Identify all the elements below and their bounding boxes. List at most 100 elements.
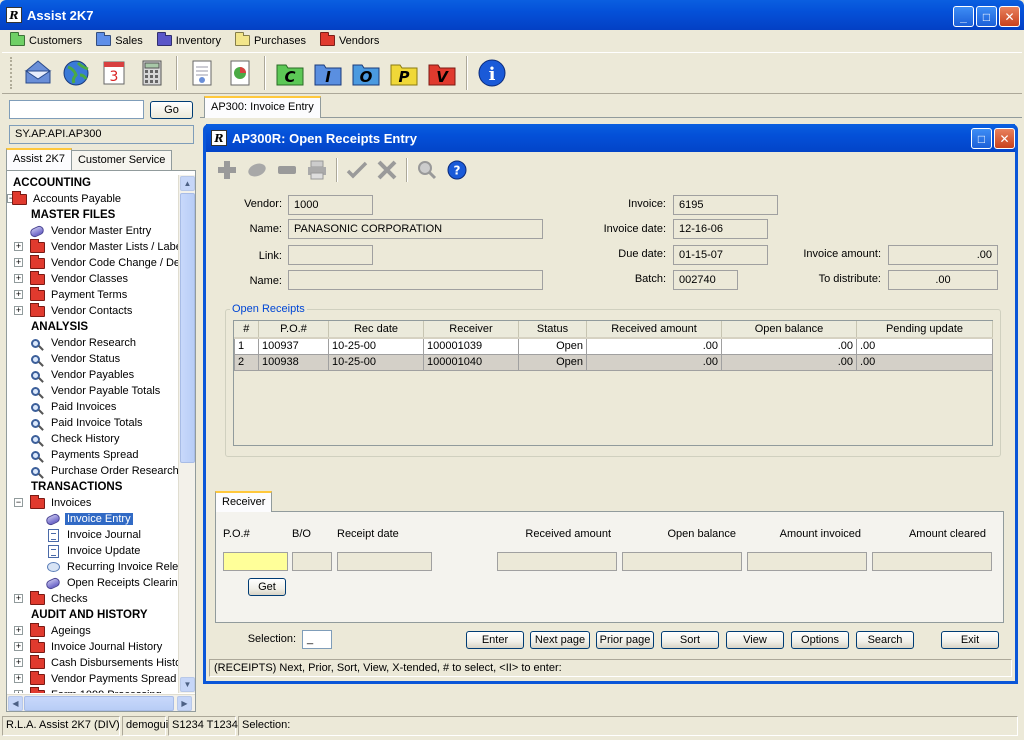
- tree-item[interactable]: Paid Invoices: [7, 399, 179, 415]
- receipt-date-input[interactable]: [337, 552, 432, 571]
- grid-column-header[interactable]: Receiver: [423, 321, 519, 339]
- tree-item[interactable]: + Payment Terms: [7, 286, 179, 303]
- tree-item[interactable]: Vendor Status: [7, 351, 179, 367]
- menu-inventory[interactable]: Inventory: [156, 32, 221, 47]
- bo-input[interactable]: [292, 552, 332, 571]
- tree-item[interactable]: − Invoices: [7, 494, 179, 511]
- search-input[interactable]: [9, 100, 144, 119]
- tree-item[interactable]: Payments Spread: [7, 447, 179, 463]
- tree-item[interactable]: + Form 1099 Processing: [7, 686, 179, 693]
- minimize-button[interactable]: _: [953, 6, 974, 27]
- tree-item[interactable]: Vendor Payables: [7, 367, 179, 383]
- menu-vendors[interactable]: Vendors: [319, 32, 379, 47]
- tree-item[interactable]: + Invoice Journal History: [7, 638, 179, 655]
- tree-item[interactable]: + Cash Disbursements History: [7, 654, 179, 671]
- scroll-right-arrow-icon[interactable]: ▶: [177, 696, 192, 711]
- chart-button[interactable]: [224, 57, 256, 89]
- tree-item[interactable]: Recurring Invoice Release: [7, 559, 179, 575]
- table-row[interactable]: 2 100938 10-25-00 100001040 Open .00.00.00: [234, 353, 993, 371]
- options-button[interactable]: Options: [791, 631, 849, 649]
- tree-item[interactable]: Invoice Entry: [7, 511, 179, 527]
- expand-icon[interactable]: +: [14, 690, 23, 693]
- amount-invoiced-input[interactable]: [747, 552, 867, 571]
- cancel-button[interactable]: [374, 157, 400, 183]
- print-button[interactable]: [304, 157, 330, 183]
- tree-item[interactable]: −Accounts Payable: [7, 190, 179, 207]
- tree-item[interactable]: Paid Invoice Totals: [7, 415, 179, 431]
- menu-sales[interactable]: Sales: [96, 32, 143, 47]
- scroll-thumb[interactable]: [180, 193, 195, 463]
- received-amount-input[interactable]: [497, 552, 617, 571]
- help-button[interactable]: ?: [444, 157, 470, 183]
- invoice-field[interactable]: 6195: [673, 195, 778, 215]
- tree-item[interactable]: Invoice Update: [7, 543, 179, 559]
- tree-item[interactable]: + Vendor Master Lists / Labels: [7, 238, 179, 255]
- expand-icon[interactable]: +: [14, 658, 23, 667]
- expand-icon[interactable]: +: [14, 258, 23, 267]
- tree-item[interactable]: + Vendor Code Change / Delete: [7, 254, 179, 271]
- tree-item[interactable]: Purchase Order Research: [7, 463, 179, 479]
- search-button[interactable]: Search: [856, 631, 914, 649]
- grid-column-header[interactable]: #: [234, 321, 259, 339]
- info-button[interactable]: i: [476, 57, 508, 89]
- invoice-date-field[interactable]: 12-16-06: [673, 219, 768, 239]
- tree-horizontal-scrollbar[interactable]: ◀ ▶: [7, 694, 195, 711]
- expand-icon[interactable]: +: [14, 274, 23, 283]
- tree-item[interactable]: + Checks: [7, 590, 179, 607]
- inner-maximize-button[interactable]: □: [971, 128, 992, 149]
- next-page-button[interactable]: Next page: [530, 631, 590, 649]
- c-folder-button[interactable]: C: [274, 57, 306, 89]
- collapse-icon[interactable]: −: [14, 498, 23, 507]
- tree-item[interactable]: Invoice Journal: [7, 527, 179, 543]
- tree-item[interactable]: + Vendor Payments Spread Report: [7, 670, 179, 687]
- view-button[interactable]: View: [726, 631, 784, 649]
- due-date-field[interactable]: 01-15-07: [673, 245, 768, 265]
- minus-record-button[interactable]: [274, 157, 300, 183]
- menu-customers[interactable]: Customers: [10, 32, 82, 47]
- tab-ap300-invoice-entry[interactable]: AP300: Invoice Entry: [204, 96, 321, 118]
- close-button[interactable]: ✕: [999, 6, 1020, 27]
- enter-button[interactable]: Enter: [466, 631, 524, 649]
- tree-item[interactable]: Vendor Research: [7, 335, 179, 351]
- scroll-up-arrow-icon[interactable]: ▲: [180, 176, 195, 191]
- erase-record-button[interactable]: [244, 157, 270, 183]
- go-button[interactable]: Go: [150, 101, 193, 119]
- tree-item[interactable]: + Vendor Contacts: [7, 302, 179, 319]
- mail-button[interactable]: [22, 57, 54, 89]
- grid-column-header[interactable]: Status: [518, 321, 587, 339]
- scroll-left-arrow-icon[interactable]: ◀: [8, 696, 23, 711]
- calculator-button[interactable]: [136, 57, 168, 89]
- grid-column-header[interactable]: Rec date: [328, 321, 424, 339]
- get-button[interactable]: Get: [248, 578, 286, 596]
- tree-vertical-scrollbar[interactable]: ▲ ▼: [178, 175, 195, 693]
- maximize-button[interactable]: □: [976, 6, 997, 27]
- vendor-field[interactable]: 1000: [288, 195, 373, 215]
- calendar-button[interactable]: 3: [98, 57, 130, 89]
- toolbar-grip[interactable]: [10, 57, 13, 89]
- tab-assist-2k7[interactable]: Assist 2K7: [6, 148, 72, 170]
- expand-icon[interactable]: +: [14, 242, 23, 251]
- expand-icon[interactable]: +: [14, 626, 23, 635]
- table-row[interactable]: 1 100937 10-25-00 100001039 Open .00.00.00: [234, 337, 993, 355]
- add-record-button[interactable]: [214, 157, 240, 183]
- inner-close-button[interactable]: ✕: [994, 128, 1015, 149]
- batch-field[interactable]: 002740: [673, 270, 738, 290]
- i-folder-button[interactable]: I: [312, 57, 344, 89]
- vendor-name-field[interactable]: PANASONIC CORPORATION: [288, 219, 543, 239]
- horizontal-scroll-thumb[interactable]: [24, 696, 174, 711]
- tab-customer-service[interactable]: Customer Service: [70, 150, 173, 170]
- prior-page-button[interactable]: Prior page: [596, 631, 654, 649]
- expand-icon[interactable]: +: [14, 290, 23, 299]
- sort-button[interactable]: Sort: [661, 631, 719, 649]
- find-button[interactable]: [414, 157, 440, 183]
- o-folder-button[interactable]: O: [350, 57, 382, 89]
- expand-icon[interactable]: +: [14, 642, 23, 651]
- tree-item[interactable]: + Vendor Classes: [7, 270, 179, 287]
- expand-icon[interactable]: +: [14, 306, 23, 315]
- globe-button[interactable]: [60, 57, 92, 89]
- grid-column-header[interactable]: P.O.#: [258, 321, 329, 339]
- tree-item[interactable]: Check History: [7, 431, 179, 447]
- scroll-down-arrow-icon[interactable]: ▼: [180, 677, 195, 692]
- open-balance-input[interactable]: [622, 552, 742, 571]
- grid-column-header[interactable]: Open balance: [721, 321, 857, 339]
